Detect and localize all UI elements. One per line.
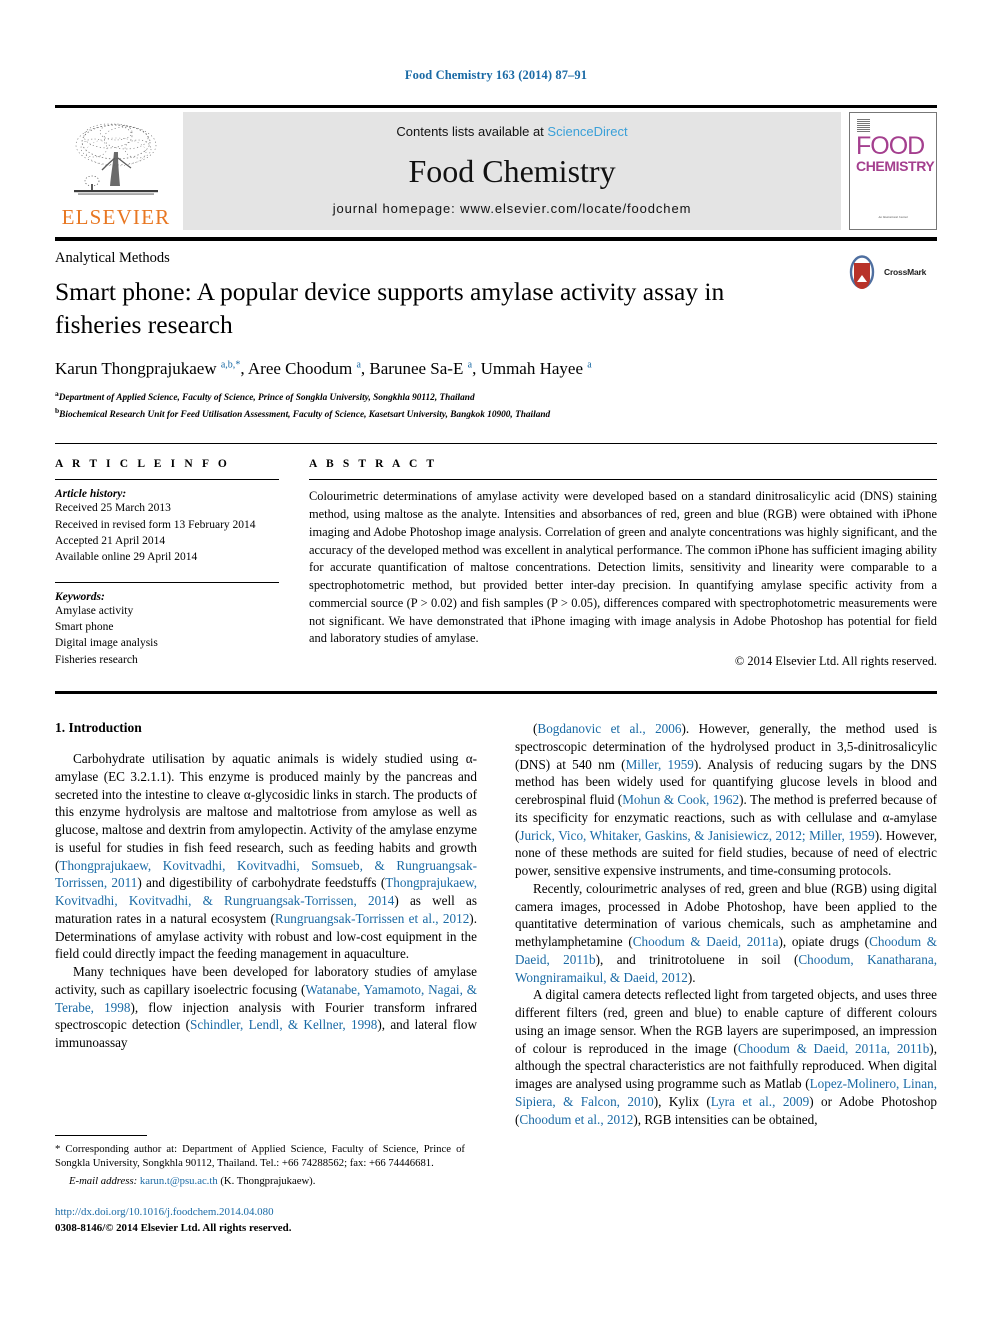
affiliation-b: bBiochemical Research Unit for Feed Util… <box>55 405 551 420</box>
intro-paragraph-1: Carbohydrate utilisation by aquatic anim… <box>55 751 478 962</box>
affiliation-a-text: Department of Applied Science, Faculty o… <box>58 393 475 404</box>
keyword-1: Smart phone <box>55 621 114 634</box>
abstract-heading: A B S T R A C T <box>309 458 438 471</box>
article-history-0: Received 25 March 2013 <box>55 502 171 515</box>
journal-masthead: ELSEVIER Contents lists available at Sci… <box>55 112 937 230</box>
email-suffix: (K. Thongprajukaew). <box>220 1175 316 1188</box>
contents-available-line: Contents lists available at ScienceDirec… <box>396 124 627 139</box>
body-column-left: 1. Introduction Carbohydrate utilisation… <box>55 720 477 1128</box>
section-heading-introduction: 1. Introduction <box>55 720 142 736</box>
abstract-text: Colourimetric determinations of amylase … <box>309 489 937 646</box>
doi-block: http://dx.doi.org/10.1016/j.foodchem.201… <box>55 1205 465 1235</box>
footnote-rule <box>55 1135 147 1136</box>
article-history-3: Available online 29 April 2014 <box>55 551 198 564</box>
page-title: Smart phone: A popular device supports a… <box>55 277 725 339</box>
keyword-3: Fisheries research <box>55 653 138 666</box>
contents-prefix: Contents lists available at <box>396 124 548 139</box>
affiliation-a: aDepartment of Applied Science, Faculty … <box>55 389 475 404</box>
abstract-rule <box>309 479 937 481</box>
keyword-0: Amylase activity <box>55 604 134 617</box>
email-label: E-mail address: <box>69 1175 138 1188</box>
cover-mini-logo-icon <box>857 119 870 132</box>
keywords-block: Keywords: Amylase activity Smart phone D… <box>55 591 279 668</box>
article-history-label: Article history: <box>55 488 127 501</box>
journal-homepage-link[interactable]: journal homepage: www.elsevier.com/locat… <box>333 201 692 216</box>
elsevier-logo: ELSEVIER <box>55 112 177 230</box>
intro-paragraph-5: A digital camera detects reflected light… <box>515 987 938 1127</box>
abstract-top-rule <box>55 443 937 445</box>
crossmark-icon <box>849 255 875 289</box>
paper-page: Food Chemistry 163 (2014) 87–91 ELSEVIER… <box>0 0 992 1323</box>
masthead-center-panel: Contents lists available at ScienceDirec… <box>183 112 841 230</box>
article-info-rule <box>55 479 279 481</box>
abstract-bottom-rule <box>55 691 937 695</box>
keywords-label: Keywords: <box>55 590 105 603</box>
running-head: Food Chemistry 163 (2014) 87–91 <box>404 68 588 82</box>
abstract-copyright: © 2014 Elsevier Ltd. All rights reserved… <box>734 654 937 669</box>
subject-section-label: Analytical Methods <box>55 250 170 266</box>
cover-title-food: FOOD <box>856 132 925 160</box>
author-list: Karun Thongprajukaew a,b,*, Aree Choodum… <box>55 359 592 379</box>
affiliations: aDepartment of Applied Science, Faculty … <box>55 389 845 422</box>
abstract-section: A R T I C L E I N F O Article history: R… <box>55 458 937 669</box>
sciencedirect-link[interactable]: ScienceDirect <box>547 124 627 139</box>
abstract-column: A B S T R A C T Colourimetric determinat… <box>309 458 937 669</box>
article-info-heading: A R T I C L E I N F O <box>55 458 230 471</box>
elsevier-tree-icon <box>74 123 158 195</box>
title-block: Analytical Methods Smart phone: A popula… <box>55 241 937 422</box>
issn-copyright-line: 0308-8146/© 2014 Elsevier Ltd. All right… <box>55 1221 292 1234</box>
affiliation-b-text: Biochemical Research Unit for Feed Utili… <box>59 410 551 420</box>
crossmark-badge[interactable]: CrossMark <box>845 255 937 289</box>
article-info-column: A R T I C L E I N F O Article history: R… <box>55 458 309 669</box>
email-link[interactable]: karun.t@psu.ac.th <box>140 1175 218 1187</box>
corresponding-author-note: * Corresponding author at: Department of… <box>55 1143 465 1170</box>
masthead-top-rule <box>55 105 937 108</box>
cover-footer-text: An International Journal <box>878 214 908 219</box>
elsevier-wordmark: ELSEVIER <box>61 205 171 229</box>
intro-paragraph-2: Many techniques have been developed for … <box>55 964 477 1051</box>
email-note: E-mail address: karun.t@psu.ac.th (K. Th… <box>55 1175 465 1187</box>
keywords-rule <box>55 581 279 583</box>
article-history-1: Received in revised form 13 February 201… <box>55 518 256 531</box>
article-history-2: Accepted 21 April 2014 <box>55 535 166 548</box>
crossmark-label: CrossMark <box>884 267 927 277</box>
keyword-2: Digital image analysis <box>55 637 158 650</box>
journal-title: Food Chemistry <box>408 153 616 189</box>
footnote-block: * Corresponding author at: Department of… <box>55 1135 465 1236</box>
intro-paragraph-3: (Bogdanovic et al., 2006). However, gene… <box>515 721 937 879</box>
body-two-column: 1. Introduction Carbohydrate utilisation… <box>55 720 937 1128</box>
journal-cover-thumbnail: FOOD CHEMISTRY An International Journal <box>849 112 937 230</box>
body-column-right: (Bogdanovic et al., 2006). However, gene… <box>515 720 937 1128</box>
doi-link[interactable]: http://dx.doi.org/10.1016/j.foodchem.201… <box>55 1205 465 1220</box>
cover-title-chemistry: CHEMISTRY <box>856 157 935 174</box>
intro-paragraph-4: Recently, colourimetric analyses of red,… <box>515 880 938 985</box>
